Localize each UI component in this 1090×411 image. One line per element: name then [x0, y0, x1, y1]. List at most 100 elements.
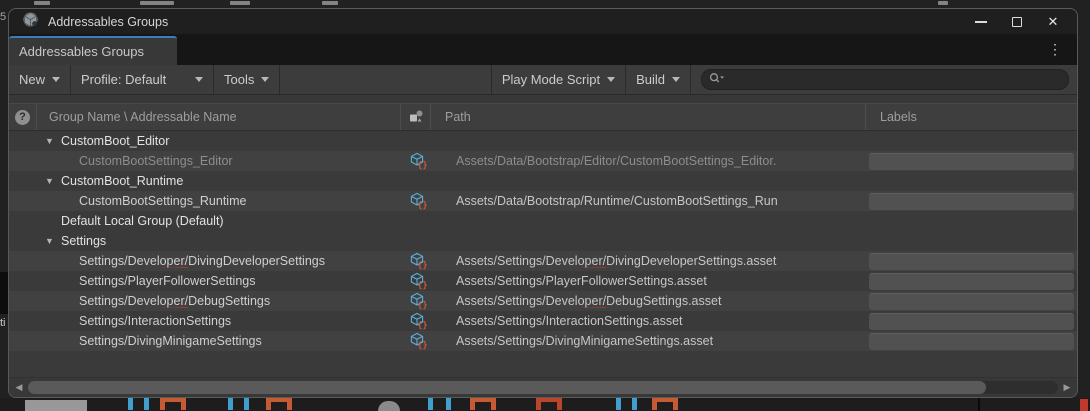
scriptable-object-icon: {}	[409, 332, 425, 351]
tab-label: Addressables Groups	[19, 44, 144, 59]
tools-dropdown-button[interactable]: Tools	[214, 65, 280, 94]
foldout-arrow-icon[interactable]: ▼	[45, 136, 61, 146]
svg-text:{}: {}	[417, 160, 427, 170]
scrollbar-track[interactable]	[28, 381, 1058, 394]
maximize-button[interactable]	[999, 9, 1035, 34]
labels-field[interactable]	[869, 193, 1074, 210]
kebab-menu-icon[interactable]: ⋮	[1048, 41, 1062, 58]
svg-text:{}: {}	[417, 280, 427, 290]
build-dropdown-button[interactable]: Build	[626, 65, 691, 94]
red-underline-annotation: Developer	[128, 294, 185, 308]
tab-addressables-groups[interactable]: Addressables Groups	[9, 36, 177, 65]
labels-column-header[interactable]: Labels	[865, 104, 1077, 130]
search-input[interactable]	[729, 72, 1049, 88]
row-path: Assets/Settings/DivingMinigameSettings.a…	[456, 334, 713, 348]
table-row-asset[interactable]: Settings/Developer/DebugSettings {} Asse…	[9, 291, 1077, 311]
row-name: Settings/Developer/DivingDeveloperSettin…	[79, 254, 325, 268]
row-name: Settings/DivingMinigameSettings	[79, 334, 262, 348]
labels-field[interactable]	[869, 273, 1074, 290]
chevron-down-icon	[195, 77, 203, 82]
chevron-down-icon	[261, 77, 269, 82]
minimize-button[interactable]	[963, 9, 999, 34]
group-name-column-header[interactable]: Group Name \ Addressable Name	[37, 104, 401, 130]
search-icon	[707, 71, 729, 88]
svg-text:{}: {}	[417, 300, 427, 310]
table-row-asset[interactable]: Settings/InteractionSettings {} Assets/S…	[9, 311, 1077, 331]
labels-field[interactable]	[869, 333, 1074, 350]
tools-label: Tools	[224, 72, 254, 87]
labels-field[interactable]	[869, 153, 1074, 170]
row-path: Assets/Settings/PlayerFollowerSettings.a…	[456, 274, 707, 288]
table-header: ? Group Name \ Addressable Name Path Lab…	[9, 103, 1077, 131]
row-path: Assets/Data/Bootstrap/Editor/CustomBootS…	[456, 154, 776, 168]
row-path: Assets/Data/Bootstrap/Runtime/CustomBoot…	[456, 194, 778, 208]
foldout-arrow-icon[interactable]: ▼	[45, 236, 61, 246]
red-underline-annotation: Developer	[546, 294, 603, 308]
scriptable-object-icon: {}	[409, 152, 425, 171]
occluded-text-fragment: ti	[0, 318, 6, 329]
chevron-down-icon	[607, 77, 615, 82]
table-row-asset[interactable]: Settings/Developer/DivingDeveloperSettin…	[9, 251, 1077, 271]
row-name: CustomBootSettings_Runtime	[79, 194, 246, 208]
table-row-group[interactable]: ▼CustomBoot_Editor	[9, 131, 1077, 151]
scriptable-object-icon: {}	[409, 252, 425, 271]
row-name: Settings/InteractionSettings	[79, 314, 231, 328]
path-column-label: Path	[445, 110, 471, 124]
addressables-groups-window: Addressables Groups ✕ Addressables Group…	[8, 8, 1078, 398]
asset-type-column-icon	[408, 109, 424, 126]
table-row-group[interactable]: ▼CustomBoot_Runtime	[9, 171, 1077, 191]
red-underline-annotation: Developer	[128, 254, 185, 268]
svg-text:{}: {}	[417, 340, 427, 350]
table-row-group[interactable]: ▼Settings	[9, 231, 1077, 251]
svg-text:{}: {}	[417, 200, 427, 210]
labels-field[interactable]	[869, 293, 1074, 310]
build-label: Build	[636, 72, 665, 87]
row-path: Assets/Settings/Developer/DebugSettings.…	[456, 294, 721, 308]
scriptable-object-icon: {}	[409, 292, 425, 311]
table-row-asset[interactable]: Settings/DivingMinigameSettings {} Asset…	[9, 331, 1077, 351]
red-underline-annotation: Developer	[546, 254, 603, 268]
occluded-text-fragment: 5	[0, 12, 6, 23]
labels-field[interactable]	[869, 253, 1074, 270]
path-column-header[interactable]: Path	[431, 104, 865, 130]
search-field[interactable]	[701, 69, 1069, 90]
table-row-asset[interactable]: CustomBootSettings_Editor {} Assets/Data…	[9, 151, 1077, 171]
table-row-asset[interactable]: CustomBootSettings_Runtime {} Assets/Dat…	[9, 191, 1077, 211]
window-titlebar: Addressables Groups ✕	[9, 9, 1077, 34]
groups-tree: ▼CustomBoot_EditorCustomBootSettings_Edi…	[9, 131, 1077, 377]
foldout-arrow-icon[interactable]: ▼	[45, 176, 61, 186]
new-dropdown-button[interactable]: New	[9, 65, 71, 94]
window-title: Addressables Groups	[48, 15, 168, 29]
scriptable-object-icon: {}	[409, 272, 425, 291]
svg-text:{}: {}	[417, 260, 427, 270]
play-mode-script-label: Play Mode Script	[502, 72, 600, 87]
scrollbar-thumb[interactable]	[28, 381, 986, 394]
profile-dropdown-button[interactable]: Profile: Default	[71, 65, 214, 94]
occluded-window-strip	[0, 398, 1090, 411]
close-button[interactable]: ✕	[1035, 9, 1071, 34]
asset-type-column-header[interactable]	[401, 104, 431, 130]
table-row-asset[interactable]: Settings/PlayerFollowerSettings {} Asset…	[9, 271, 1077, 291]
scroll-right-icon[interactable]: ▶	[1061, 382, 1073, 393]
row-name: CustomBoot_Runtime	[61, 174, 183, 188]
scroll-left-icon[interactable]: ◀	[13, 382, 25, 393]
table-row-group[interactable]: Default Local Group (Default)	[9, 211, 1077, 231]
horizontal-scrollbar[interactable]: ◀ ▶	[9, 377, 1077, 397]
row-name: Default Local Group (Default)	[61, 214, 224, 228]
play-mode-script-dropdown-button[interactable]: Play Mode Script	[491, 65, 626, 94]
scriptable-object-icon: {}	[409, 312, 425, 331]
row-name: CustomBoot_Editor	[61, 134, 169, 148]
new-label: New	[19, 72, 45, 87]
row-name: Settings	[61, 234, 106, 248]
labels-column-label: Labels	[880, 110, 917, 124]
help-column-header[interactable]: ?	[9, 104, 37, 130]
help-icon[interactable]: ?	[15, 110, 30, 125]
group-name-column-label: Group Name \ Addressable Name	[49, 110, 237, 124]
profile-label: Profile: Default	[81, 72, 166, 87]
row-path: Assets/Settings/Developer/DivingDevelope…	[456, 254, 776, 268]
scriptable-object-icon: {}	[409, 192, 425, 211]
chevron-down-icon	[672, 77, 680, 82]
addressables-package-icon	[22, 11, 39, 33]
svg-text:{}: {}	[417, 320, 427, 330]
labels-field[interactable]	[869, 313, 1074, 330]
